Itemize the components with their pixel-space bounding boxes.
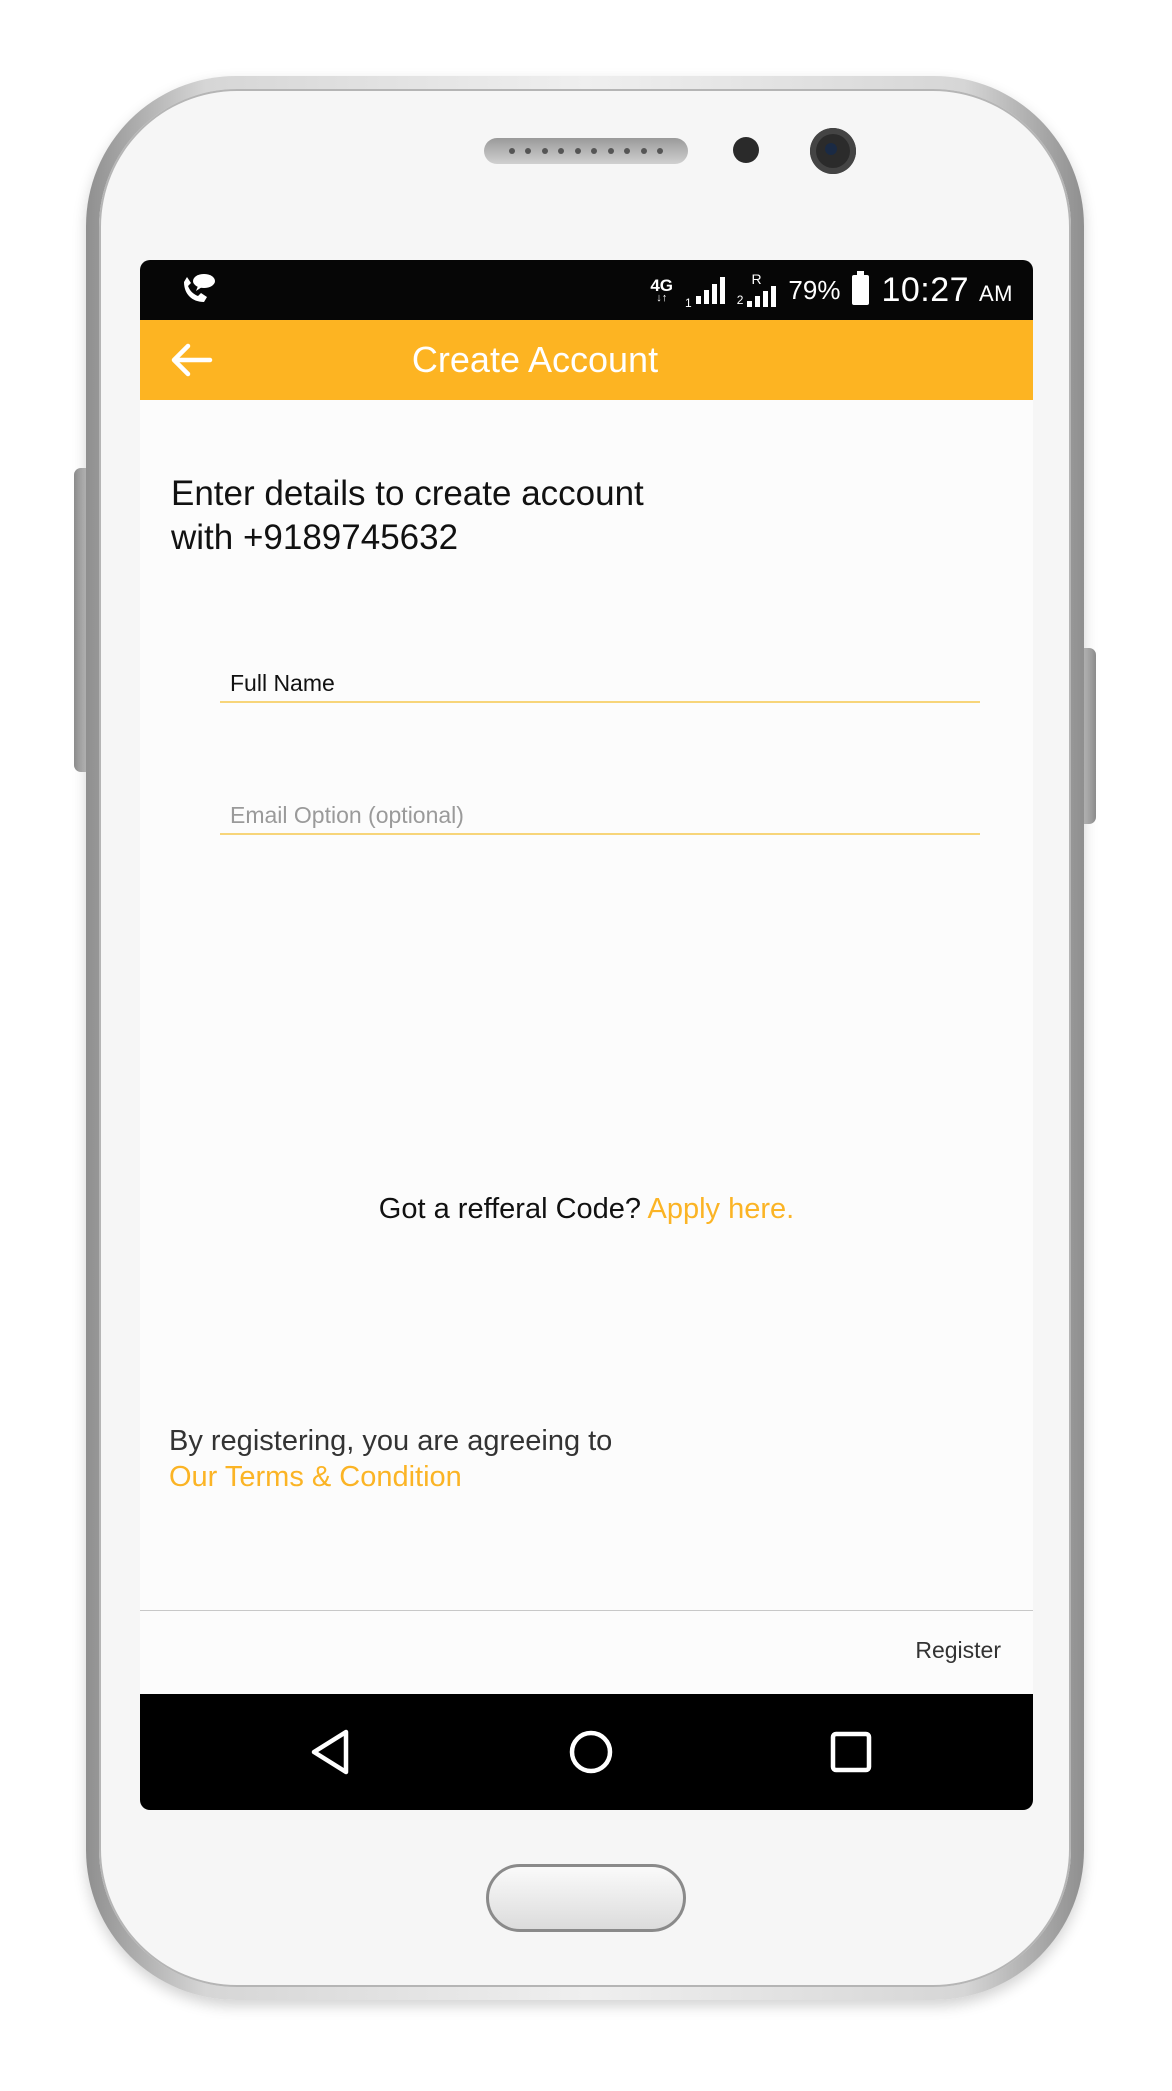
battery-icon <box>852 271 870 305</box>
intro-line-1: Enter details to create account <box>171 474 644 513</box>
roaming-label: R <box>751 271 762 287</box>
email-input[interactable] <box>220 802 980 833</box>
status-icons: 4G ↓↑ 1 R 2 79% 10:27 AM <box>650 270 1013 311</box>
footer-divider <box>140 1610 1033 1611</box>
battery-percent: 79% <box>788 274 841 305</box>
clock: 10:27 AM <box>881 271 1013 310</box>
app-bar: Create Account <box>140 320 1033 400</box>
nav-recent-apps-icon[interactable] <box>823 1724 879 1780</box>
front-camera <box>810 128 856 174</box>
referral-prompt: Got a refferal Code? <box>378 1193 648 1225</box>
register-button[interactable]: Register <box>915 1637 1001 1664</box>
terms-text: By registering, you are agreeing to <box>169 1425 613 1457</box>
power-button <box>1082 648 1096 824</box>
home-button[interactable] <box>486 1864 686 1932</box>
terms-block: By registering, you are agreeing to Our … <box>169 1423 612 1495</box>
proximity-sensor <box>733 137 759 163</box>
screen: 4G ↓↑ 1 R 2 79% 10:27 AM Create Account … <box>140 260 1033 1810</box>
clock-suffix: AM <box>979 280 1013 306</box>
call-notification-icon <box>184 274 215 302</box>
clock-time: 10:27 <box>881 270 970 309</box>
signal-icon <box>747 285 777 307</box>
full-name-field <box>220 670 980 703</box>
earpiece-speaker <box>484 138 688 164</box>
nav-back-icon[interactable] <box>302 1724 358 1780</box>
intro-text: Enter details to create account with +91… <box>171 472 871 560</box>
nav-home-icon[interactable] <box>563 1724 619 1780</box>
navigation-bar <box>140 1694 1033 1810</box>
referral-row: Got a refferal Code? Apply here. <box>140 1193 1033 1226</box>
full-name-input[interactable] <box>220 670 980 701</box>
page-title: Create Account <box>411 339 659 380</box>
sim1-label: 1 <box>685 296 692 310</box>
signal-icon <box>695 276 725 304</box>
network-type: 4G ↓↑ <box>650 275 674 304</box>
sim2-label: 2 <box>736 293 744 307</box>
intro-line-2: with +9189745632 <box>171 518 459 557</box>
terms-link[interactable]: Our Terms & Condition <box>169 1459 612 1495</box>
status-bar: 4G ↓↑ 1 R 2 79% 10:27 AM <box>140 260 1033 320</box>
apply-referral-link[interactable]: Apply here. <box>648 1193 795 1225</box>
sim2-signal: R 2 <box>736 271 777 307</box>
email-field <box>220 802 980 835</box>
